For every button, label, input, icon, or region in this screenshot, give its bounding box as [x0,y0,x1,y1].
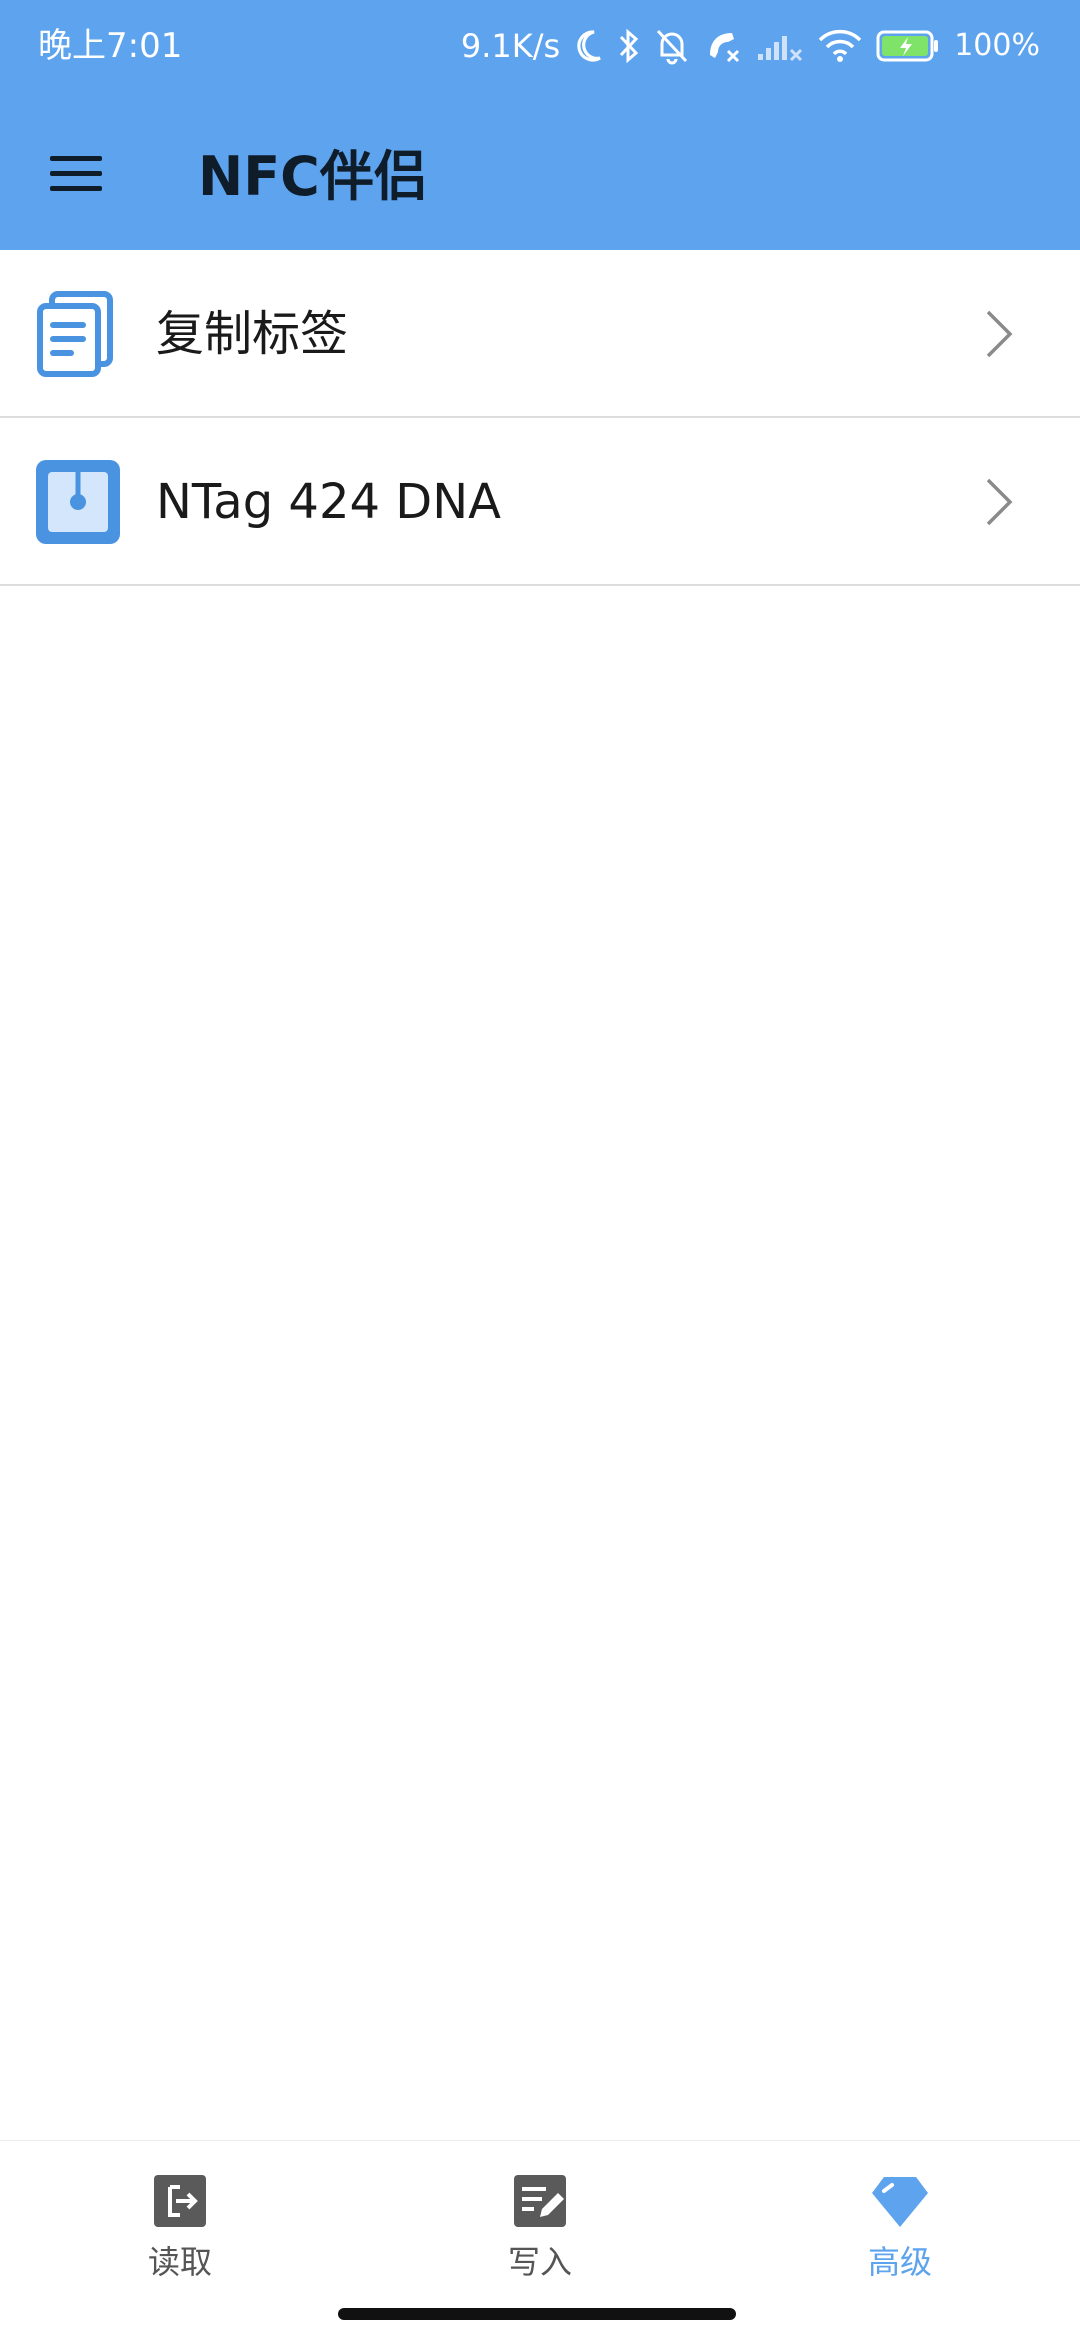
nav-tab-read[interactable]: 读取 [80,2171,280,2291]
app-bar: NFC伴侣 [0,92,1080,250]
missed-call-icon [710,33,740,63]
list-item-ntag-424-dna[interactable]: NTag 424 DNA [0,418,1080,586]
hamburger-menu-button[interactable] [36,134,116,214]
status-icons: 9.1K/s 100% [461,22,1040,70]
copy-documents-icon [37,291,113,377]
network-speed: 9.1K/s [460,27,561,65]
list-item-label: NTag 424 DNA [156,474,501,530]
screen: 晚上7:01 9.1K/s 100% NFC伴侣 复制标签 NTag 424 D… [0,0,1080,2340]
feature-list: 复制标签 NTag 424 DNA [0,250,1080,586]
list-item-copy-tag[interactable]: 复制标签 [0,250,1080,418]
status-bar: 晚上7:01 9.1K/s 100% [0,0,1080,92]
diamond-tag-icon [872,2177,928,2227]
home-indicator[interactable] [338,2308,736,2320]
muted-bell-icon [657,29,688,65]
nav-tab-label: 写入 [507,2243,572,2281]
chevron-right-icon [986,478,1013,526]
bluetooth-icon [620,28,639,64]
battery-charging-icon [876,30,939,62]
nav-tab-label: 高级 [867,2243,932,2281]
page-title: NFC伴侣 [198,145,428,208]
chevron-right-icon [986,310,1013,358]
wifi-icon [818,29,862,62]
write-edit-icon [514,2175,566,2227]
nav-tab-advanced[interactable]: 高级 [800,2171,1000,2291]
do-not-disturb-moon-icon [577,30,602,62]
nfc-tag-icon [36,460,120,544]
list-item-label: 复制标签 [156,306,349,362]
hamburger-menu-icon [50,156,102,191]
nav-tab-write[interactable]: 写入 [440,2171,640,2291]
read-export-icon [154,2175,206,2227]
signal-no-service-icon [758,36,803,62]
nav-tab-label: 读取 [147,2243,212,2281]
status-time: 晚上7:01 [38,26,183,66]
battery-percentage: 100% [954,28,1040,63]
